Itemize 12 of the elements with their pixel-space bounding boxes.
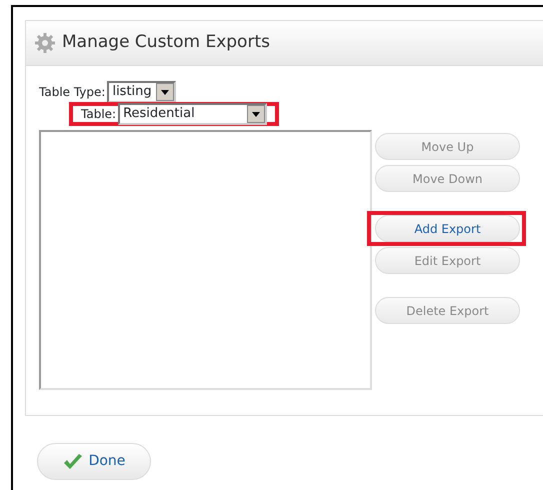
export-list[interactable] bbox=[39, 130, 372, 390]
action-button[interactable]: Add Export bbox=[375, 215, 520, 242]
panel-title: Manage Custom Exports bbox=[62, 31, 270, 54]
gear-icon bbox=[34, 32, 56, 54]
table-select[interactable]: Residential bbox=[118, 103, 268, 125]
field-label: Table Type: bbox=[39, 84, 106, 101]
caret-icon bbox=[252, 112, 260, 116]
table-select[interactable]: listing bbox=[107, 81, 176, 103]
caret-icon bbox=[160, 90, 169, 94]
field-label: Table: bbox=[81, 106, 116, 123]
checkmark-icon bbox=[62, 454, 83, 470]
done-button[interactable]: Done bbox=[37, 443, 151, 480]
